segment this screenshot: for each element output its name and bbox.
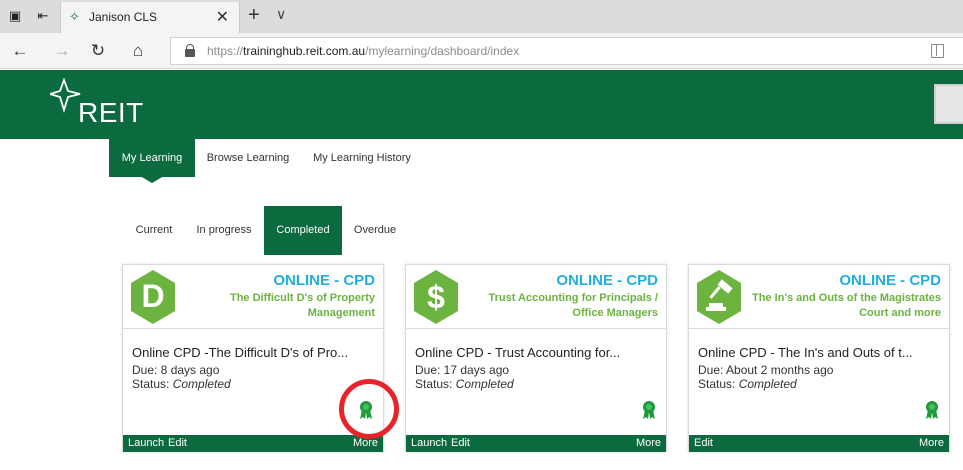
back-icon[interactable]: ← <box>10 41 30 61</box>
card-footer: Launch Edit More <box>406 435 666 452</box>
url-input[interactable]: https://traininghub.reit.com.au/mylearni… <box>170 37 963 65</box>
active-nav-indicator <box>140 176 164 183</box>
new-tab-icon[interactable]: + <box>248 4 260 27</box>
tab-dropdown-icon[interactable]: ∨ <box>276 6 286 23</box>
edit-link[interactable]: Edit <box>451 437 470 449</box>
course-banner[interactable]: $ ONLINE - CPD Trust Accounting for Prin… <box>406 265 666 329</box>
tab-actions-icon[interactable]: ▣ <box>6 7 24 25</box>
browser-address-bar: ← → ↻ ⌂ https://traininghub.reit.com.au/… <box>0 33 963 69</box>
course-banner[interactable]: ONLINE - CPD The In's and Outs of the Ma… <box>689 265 949 329</box>
course-card[interactable]: ONLINE - CPD The In's and Outs of the Ma… <box>688 264 950 452</box>
course-due: Due: 8 days ago <box>132 363 220 377</box>
close-icon[interactable]: ✕ <box>216 7 229 27</box>
course-banner[interactable]: D ONLINE - CPD The Difficult D's of Prop… <box>123 265 383 329</box>
course-status: Status: Completed <box>132 377 231 391</box>
course-subtitle: The In's and Outs of the Magistrates Cou… <box>751 292 941 319</box>
highlight-circle <box>339 379 399 439</box>
nav-my-learning-history[interactable]: My Learning History <box>306 139 418 177</box>
tab-completed[interactable]: Completed <box>264 206 342 255</box>
more-link[interactable]: More <box>636 437 661 449</box>
award-ribbon-icon <box>924 400 940 420</box>
gavel-icon <box>696 269 742 325</box>
dollar-icon: $ <box>413 269 459 325</box>
forward-icon[interactable]: → <box>52 41 72 61</box>
course-title[interactable]: Online CPD - The In's and Outs of t... <box>698 345 946 360</box>
award-ribbon-icon <box>641 400 657 420</box>
edit-link[interactable]: Edit <box>694 437 713 449</box>
avatar[interactable] <box>934 84 963 124</box>
reading-view-icon[interactable] <box>931 44 944 58</box>
url-text: https://traininghub.reit.com.au/mylearni… <box>207 44 520 58</box>
home-icon[interactable]: ⌂ <box>128 41 148 61</box>
nav-my-learning[interactable]: My Learning <box>109 139 195 177</box>
site-favicon-icon: ✧ <box>69 9 80 24</box>
course-subtitle: The Difficult D's of Property Management <box>229 292 375 319</box>
nav-browse-learning[interactable]: Browse Learning <box>199 139 297 177</box>
browser-tab-bar: ▣ ⇤ ✧ Janison CLS ✕ + ∨ <box>0 0 963 33</box>
letter-d-icon: D <box>130 269 176 325</box>
course-due: Due: 17 days ago <box>415 363 510 377</box>
tab-overdue[interactable]: Overdue <box>346 206 404 255</box>
more-link[interactable]: More <box>919 437 944 449</box>
course-card[interactable]: $ ONLINE - CPD Trust Accounting for Prin… <box>405 264 667 452</box>
course-category: ONLINE - CPD <box>273 272 375 289</box>
svg-text:$: $ <box>427 279 445 315</box>
course-status: Status: Completed <box>415 377 514 391</box>
browser-tab[interactable]: ✧ Janison CLS ✕ <box>60 2 240 33</box>
course-subtitle: Trust Accounting for Principals / Office… <box>488 292 658 319</box>
course-title[interactable]: Online CPD -The Difficult D's of Pro... <box>132 345 380 360</box>
card-footer: Edit More <box>689 435 949 452</box>
course-category: ONLINE - CPD <box>839 272 941 289</box>
launch-link[interactable]: Launch <box>128 437 164 449</box>
tab-title: Janison CLS <box>89 10 158 24</box>
course-due: Due: About 2 months ago <box>698 363 834 377</box>
card-footer: Launch Edit More <box>123 435 383 452</box>
edit-link[interactable]: Edit <box>168 437 187 449</box>
tab-current[interactable]: Current <box>127 206 181 255</box>
course-status: Status: Completed <box>698 377 797 391</box>
course-category: ONLINE - CPD <box>556 272 658 289</box>
tab-in-progress[interactable]: In progress <box>188 206 260 255</box>
set-aside-icon[interactable]: ⇤ <box>34 7 52 25</box>
lock-icon <box>185 44 195 57</box>
launch-link[interactable]: Launch <box>411 437 447 449</box>
page: ▣ ⇤ ✧ Janison CLS ✕ + ∨ ← → ↻ ⌂ https://… <box>0 0 963 470</box>
site-header: REIT <box>0 70 963 139</box>
course-title[interactable]: Online CPD - Trust Accounting for... <box>415 345 663 360</box>
svg-text:D: D <box>141 278 164 314</box>
refresh-icon[interactable]: ↻ <box>88 41 108 61</box>
reit-logo[interactable]: REIT <box>78 97 144 129</box>
